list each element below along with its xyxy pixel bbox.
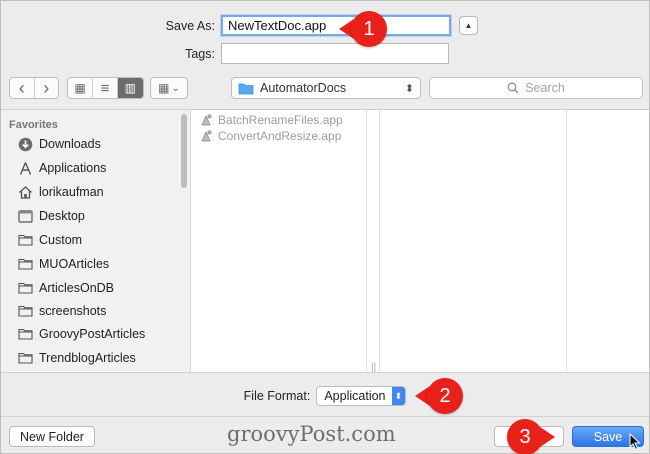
automator-app-icon (201, 130, 212, 142)
browser-column-3[interactable] (568, 110, 648, 372)
sidebar-item-label: ArticlesOnDB (39, 281, 115, 295)
folder-icon (17, 326, 33, 342)
folder-icon (238, 83, 254, 94)
chevron-right-icon: › (43, 77, 50, 98)
sidebar-scrollbar[interactable] (181, 114, 187, 188)
save-as-label: Save As: (165, 18, 215, 33)
file-name: BatchRenameFiles.app (218, 113, 343, 127)
sidebar-item-label: Downloads (39, 137, 101, 151)
sidebar-item-screenshots[interactable]: screenshots (17, 300, 106, 322)
callout-1: 1 (339, 11, 387, 47)
sidebar-item-applications[interactable]: Applications (17, 157, 106, 179)
arrange-content: ▦ ⌄ (151, 78, 187, 98)
search-placeholder: Search (525, 81, 565, 95)
arrange-icon: ▦ (158, 81, 170, 95)
column-resize-handle[interactable]: || (371, 362, 376, 373)
sidebar-item-label: Applications (39, 161, 107, 175)
sidebar-heading: Favorites (9, 119, 58, 131)
sidebar-item-label: GroovyPostArticles (39, 327, 146, 341)
search-icon (507, 82, 519, 94)
sidebar-item-trendblogarticles[interactable]: TrendblogArticles (17, 347, 136, 369)
watermark: groovyPost.com (227, 422, 396, 446)
file-format-label: File Format: (243, 389, 311, 403)
automator-app-icon (201, 114, 212, 126)
applications-icon (17, 160, 33, 176)
columns-icon: ▥ (124, 81, 137, 95)
file-browser: Favorites Downloads Applications lorikau… (1, 109, 649, 373)
sidebar-item-custom[interactable]: Custom (17, 229, 82, 251)
view-columns-button[interactable]: ▥ (117, 78, 143, 98)
callout-2: 2 (415, 378, 463, 414)
callout-arrow (537, 425, 555, 449)
sidebar-item-label: lorikaufman (39, 185, 104, 199)
chevron-down-icon: ⌄ (171, 82, 180, 94)
sidebar-item-label: Desktop (39, 209, 85, 223)
toolbar: ‹ › ▦ ≡ ▥ ▦ ⌄ AutomatorDocs ⬍ Search (1, 77, 649, 103)
view-icons-button[interactable]: ▦ (68, 78, 94, 98)
file-format-select[interactable]: Application ⬍ (316, 386, 407, 406)
folder-icon (17, 303, 33, 319)
new-folder-button[interactable]: New Folder (9, 426, 95, 447)
callout-badge: 2 (427, 378, 463, 414)
file-format-row: File Format: Application ⬍ (1, 381, 649, 411)
sidebar-item-desktop[interactable]: Desktop (17, 205, 85, 227)
grid-icon: ▦ (74, 81, 86, 95)
sidebar-item-muoarticles[interactable]: MUOArticles (17, 253, 109, 275)
view-list-button[interactable]: ≡ (93, 78, 118, 98)
back-button[interactable]: ‹ (10, 78, 35, 98)
location-popup[interactable]: AutomatorDocs ⬍ (231, 77, 421, 99)
home-icon (17, 184, 33, 200)
view-mode-control: ▦ ≡ ▥ (67, 77, 144, 99)
folder-icon (17, 256, 33, 272)
nav-buttons: ‹ › (9, 77, 59, 99)
callout-badge: 1 (351, 11, 387, 47)
file-item-batchrenamefiles[interactable]: BatchRenameFiles.app (200, 112, 343, 128)
sidebar-item-label: Custom (39, 233, 83, 247)
file-name: ConvertAndResize.app (218, 129, 342, 143)
browser-column-1[interactable]: BatchRenameFiles.app ConvertAndResize.ap… (192, 110, 367, 372)
forward-button[interactable]: › (35, 78, 59, 98)
downloads-icon (17, 136, 33, 152)
chevron-up-icon: ▲ (464, 21, 473, 30)
stepper-icon: ⬍ (404, 82, 414, 95)
sidebar-item-label: screenshots (39, 304, 107, 318)
folder-icon (17, 280, 33, 296)
sidebar-item-home[interactable]: lorikaufman (17, 181, 104, 203)
list-icon: ≡ (100, 79, 110, 97)
callout-3: 3 (507, 419, 555, 454)
mouse-pointer-icon (629, 433, 641, 451)
tags-label: Tags: (185, 46, 215, 61)
desktop-icon (17, 208, 33, 224)
folder-icon (17, 350, 33, 366)
stepper-icon: ⬍ (391, 387, 406, 405)
sidebar-item-label: TrendblogArticles (39, 351, 136, 365)
save-as-input[interactable]: NewTextDoc.app (221, 15, 451, 36)
sidebar-item-downloads[interactable]: Downloads (17, 133, 101, 155)
location-label: AutomatorDocs (260, 81, 347, 95)
save-dialog: Save As: NewTextDoc.app ▲ Tags: ‹ › ▦ ≡ … (0, 0, 650, 454)
sidebar-item-label: MUOArticles (39, 257, 110, 271)
sidebar-item-articlesondb[interactable]: ArticlesOnDB (17, 277, 114, 299)
sidebar: Favorites Downloads Applications lorikau… (1, 110, 191, 372)
sidebar-item-groovypostarticles[interactable]: GroovyPostArticles (17, 323, 145, 345)
collapse-button[interactable]: ▲ (459, 16, 478, 35)
browser-column-2[interactable] (379, 110, 567, 372)
folder-icon (17, 232, 33, 248)
chevron-left-icon: ‹ (18, 77, 25, 98)
arrange-button[interactable]: ▦ ⌄ (150, 77, 188, 99)
tags-input[interactable] (221, 43, 449, 64)
file-item-convertandresize[interactable]: ConvertAndResize.app (200, 128, 341, 144)
file-format-value: Application (324, 389, 386, 403)
search-field[interactable]: Search (429, 77, 643, 99)
save-as-row: Save As: NewTextDoc.app ▲ (1, 15, 478, 36)
